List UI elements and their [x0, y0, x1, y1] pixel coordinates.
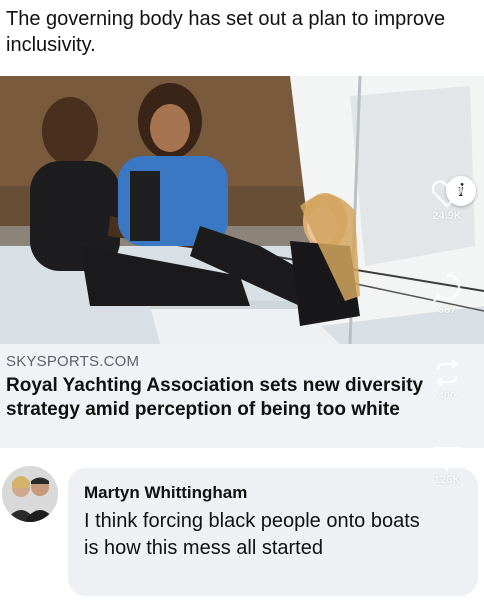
sailing-photo — [0, 76, 484, 344]
comment-author[interactable]: Martyn Whittingham — [84, 482, 464, 504]
send-icon — [433, 446, 461, 472]
avatar[interactable] — [2, 466, 58, 522]
comment-action[interactable]: 387 — [420, 272, 474, 316]
share-count: 400 — [437, 390, 457, 402]
post-text: The governing body has set out a plan to… — [6, 8, 446, 56]
comment-icon — [432, 273, 461, 302]
side-action-bar: 24.9K 387 400 126K — [420, 180, 474, 600]
link-preview-image[interactable]: i — [0, 76, 484, 344]
share-action[interactable]: 400 — [420, 358, 474, 402]
link-domain: SKYSPORTS.COM — [6, 353, 140, 370]
like-action[interactable]: 24.9K — [420, 180, 474, 222]
repost-icon — [436, 359, 458, 387]
comment-bubble: Martyn Whittingham I think forcing black… — [68, 468, 478, 596]
send-count: 126K — [433, 474, 461, 486]
link-preview-card[interactable]: i SKYSPORTS.COM Royal Yachting Associati… — [0, 76, 484, 448]
like-count: 24.9K — [432, 210, 462, 222]
comment-count: 387 — [437, 304, 457, 316]
link-title[interactable]: Royal Yachting Association sets new dive… — [6, 374, 466, 422]
comment-text: I think forcing black people onto boats … — [84, 510, 420, 559]
link-meta[interactable]: SKYSPORTS.COM Royal Yachting Association… — [0, 344, 484, 448]
heart-icon — [432, 180, 462, 208]
send-action[interactable]: 126K — [420, 444, 474, 486]
comment: Martyn Whittingham I think forcing black… — [0, 462, 484, 600]
avatar-photo — [2, 466, 58, 522]
